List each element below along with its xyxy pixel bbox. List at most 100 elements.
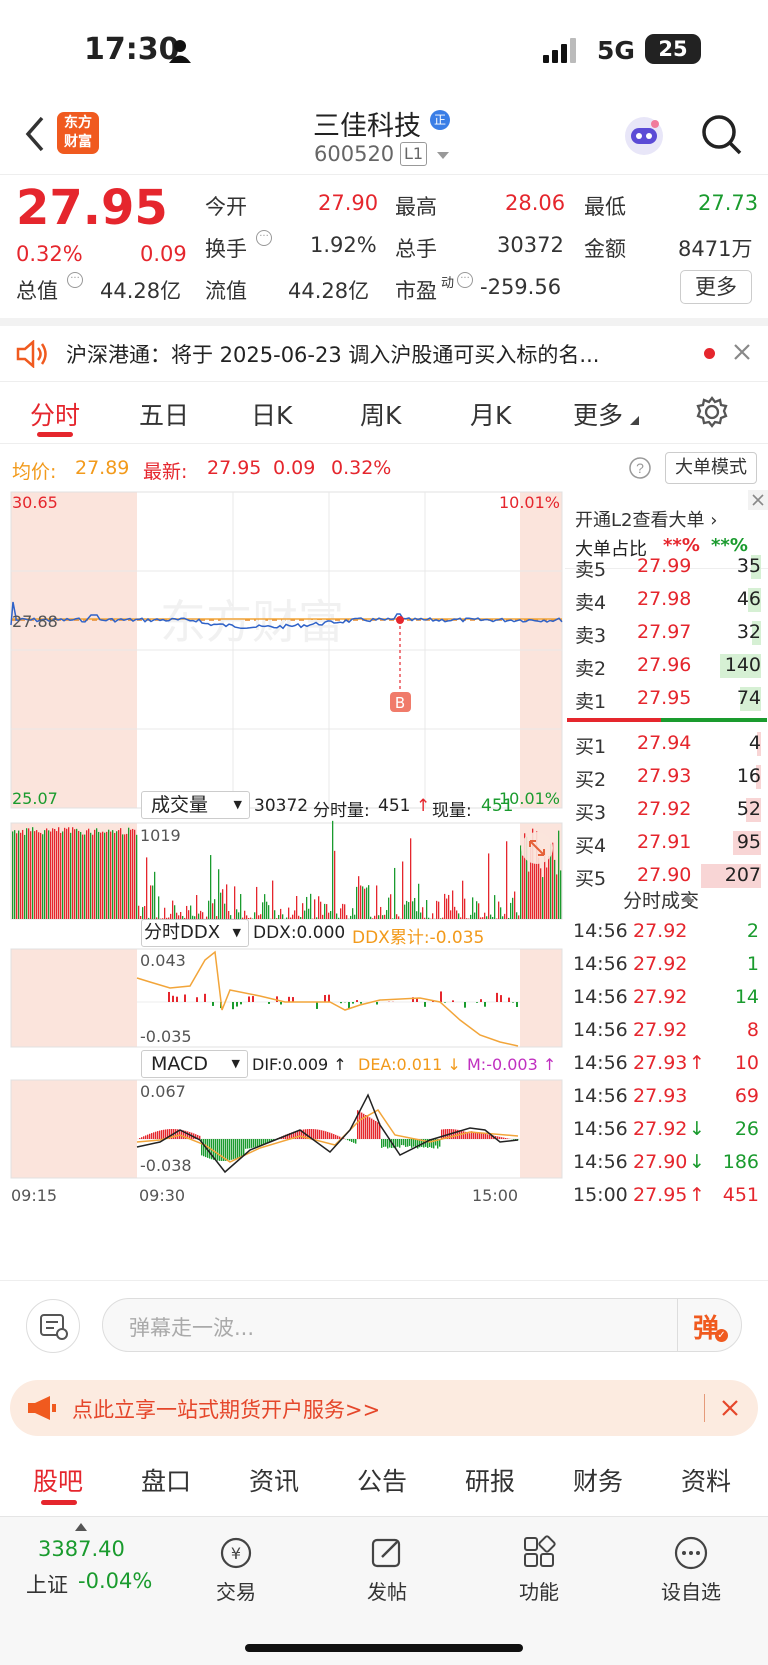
volume-bar [58, 827, 60, 919]
volume-bar [548, 855, 550, 919]
volume-bar [158, 896, 160, 919]
stock-code: 600520 [314, 142, 395, 166]
level-badge[interactable]: L1 [400, 142, 428, 166]
tab-financials[interactable]: 财务 [573, 1462, 623, 1498]
ask-qty: 32 [736, 621, 761, 643]
tab-news[interactable]: 资讯 [249, 1462, 299, 1498]
ask-level-row[interactable]: 卖2 27.96 140 [565, 651, 765, 681]
search-icon[interactable] [701, 114, 743, 156]
close-icon[interactable] [733, 343, 751, 361]
l2-upgrade-link[interactable]: 开通L2查看大单 › [575, 506, 717, 532]
volume-bar [394, 867, 396, 919]
ddx-indicator-selector[interactable]: 分时DDX ▼ [141, 919, 249, 947]
volume-bar [298, 915, 300, 919]
volume-bar [20, 832, 22, 919]
dock-functions[interactable]: 功能 [489, 1535, 589, 1605]
bid-label: 买2 [575, 769, 607, 791]
macd-bar [243, 1139, 245, 1156]
time-axis-start: 09:15 [11, 1186, 57, 1205]
tab-day-k[interactable]: 日K [251, 396, 292, 432]
tab-intraday[interactable]: 分时 [30, 396, 80, 432]
bid-level-row[interactable]: 买3 27.92 52 [565, 795, 765, 825]
bid-level-row[interactable]: 买2 27.93 16 [565, 762, 765, 792]
ask-level-row[interactable]: 卖1 27.95 74 [565, 684, 765, 714]
bid-level-row[interactable]: 买1 27.94 4 [565, 729, 765, 759]
info-icon[interactable]: ··· [457, 272, 473, 288]
volume-bar [292, 914, 294, 919]
volume-bar [86, 830, 88, 919]
danmu-input[interactable]: 弹幕走一波... 弹 ✓ [102, 1298, 742, 1352]
chevron-up-icon[interactable] [682, 894, 694, 902]
close-icon[interactable] [748, 490, 768, 510]
volume-bar [56, 831, 58, 919]
volume-bar [324, 903, 326, 919]
macd-bar [387, 1139, 389, 1149]
tick-row: 14:56 27.92 ↓ 26 [565, 1115, 765, 1145]
volume-indicator-selector[interactable]: 成交量 ▼ [141, 791, 250, 819]
tick-row: 14:56 27.92 14 [565, 983, 765, 1013]
promo-banner[interactable]: 点此立享一站式期货开户服务>> [10, 1380, 758, 1436]
volume-bar [40, 832, 42, 919]
volume-bar [14, 830, 16, 919]
change-percent: 0.32% [16, 242, 83, 266]
macd-bar [225, 1139, 227, 1161]
volume-bar [470, 914, 472, 919]
info-icon[interactable]: ··· [256, 230, 272, 246]
tab-five-day[interactable]: 五日 [139, 396, 189, 432]
ask-qty: 46 [736, 588, 761, 610]
help-icon[interactable]: ? [628, 456, 652, 480]
check-icon: ✓ [715, 1329, 728, 1342]
bid-label: 买5 [575, 868, 607, 890]
info-icon[interactable]: ··· [67, 272, 83, 288]
macd-bar [315, 1129, 317, 1139]
index-ticker[interactable]: 3387.40 上证 -0.04% [20, 1523, 170, 1603]
tab-orderbook[interactable]: 盘口 [141, 1462, 191, 1498]
tab-announcements[interactable]: 公告 [357, 1462, 407, 1498]
gear-icon[interactable] [696, 396, 728, 428]
big-order-mode-button[interactable]: 大单模式 [665, 452, 757, 484]
macd-bar [405, 1139, 407, 1147]
chevron-down-icon[interactable] [437, 152, 449, 160]
danmu-toggle-button[interactable]: 弹 [693, 1308, 719, 1345]
bid-level-row[interactable]: 买4 27.91 95 [565, 828, 765, 858]
tick-arrow: ↓ [689, 1118, 705, 1140]
dock-post[interactable]: 发帖 [337, 1535, 437, 1605]
more-button[interactable]: 更多 [680, 270, 752, 304]
ask-level-row[interactable]: 卖5 27.99 35 [565, 552, 765, 582]
dock-add-watchlist[interactable]: 设自选 [641, 1535, 741, 1605]
volume-bar [476, 901, 478, 919]
volume-bar [456, 910, 458, 919]
volume-bar [302, 903, 304, 919]
notice-bar[interactable]: 沪深港通：将于 2025-06-23 调入沪股通可买入标的名... [0, 318, 768, 382]
tab-profile[interactable]: 资料 [681, 1462, 731, 1498]
dock-trade[interactable]: ¥ 交易 [186, 1535, 286, 1605]
volume-bar [514, 891, 516, 919]
tab-forum[interactable]: 股吧 [33, 1462, 83, 1498]
tick-qty: 451 [722, 1184, 759, 1206]
app-logo[interactable]: 东方 财富 [57, 112, 99, 154]
amount-label: 金额 [584, 237, 626, 261]
macd-bar [415, 1139, 417, 1148]
price-axis-top: 30.65 [12, 493, 58, 512]
close-icon[interactable] [721, 1399, 739, 1417]
speaker-icon [16, 340, 47, 368]
ask-level-row[interactable]: 卖4 27.98 46 [565, 585, 765, 615]
bid-label: 买4 [575, 835, 607, 857]
intraday-chart[interactable]: 东方财富 B 30.65 27.88 25.07 10.01% -10.01% … [0, 490, 565, 1280]
comment-list-button[interactable] [26, 1299, 80, 1353]
ask-level-row[interactable]: 卖3 27.97 32 [565, 618, 765, 648]
volume-bar [370, 916, 372, 919]
tab-month-k[interactable]: 月K [470, 396, 511, 432]
macd-indicator-selector[interactable]: MACD ▼ [141, 1050, 248, 1078]
tab-week-k[interactable]: 周K [360, 396, 401, 432]
back-arrow-icon[interactable] [24, 116, 46, 152]
robot-assistant-icon[interactable] [622, 114, 666, 158]
tab-more[interactable]: 更多 [573, 396, 623, 432]
volume-bar [444, 893, 446, 919]
volume-bar [140, 915, 142, 919]
macd-bar [397, 1139, 399, 1147]
volume-bar [188, 910, 190, 919]
index-name: 上证 [26, 1573, 68, 1597]
tab-research[interactable]: 研报 [465, 1462, 515, 1498]
bid-qty: 4 [748, 732, 761, 754]
